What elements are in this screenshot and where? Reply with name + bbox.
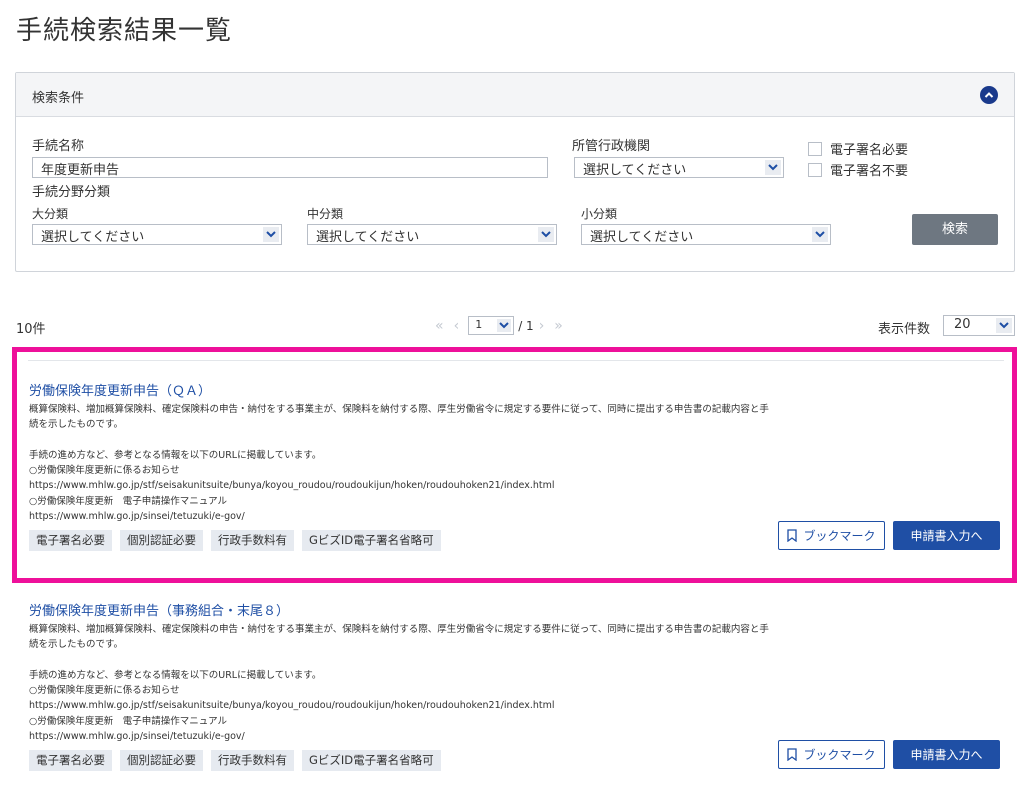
search-conditions-header[interactable]: 検索条件	[16, 73, 1014, 117]
minor-category-value: 選択してください	[590, 230, 694, 245]
page-title: 手続検索結果一覧	[16, 16, 233, 46]
signature-not-required-option[interactable]: 電子署名不要	[808, 160, 908, 179]
search-button[interactable]: 検索	[912, 214, 998, 245]
tag: 行政手数料有	[211, 750, 294, 771]
procedure-name-input[interactable]: 年度更新申告	[32, 157, 548, 178]
pagination: « ‹ 1 / 1 › »	[430, 316, 568, 335]
first-page-icon[interactable]: «	[435, 318, 444, 334]
agency-label: 所管行政機関	[572, 139, 651, 154]
middle-category-select[interactable]: 選択してください	[307, 224, 557, 245]
bookmark-label: ブックマーク	[803, 748, 876, 762]
category-label: 手続分野分類	[32, 185, 111, 200]
current-page: 1	[475, 318, 483, 331]
signature-required-option[interactable]: 電子署名必要	[808, 139, 908, 158]
page-select[interactable]: 1	[468, 316, 515, 335]
middle-category-label: 中分類	[307, 207, 344, 221]
procedure-name-label: 手続名称	[32, 139, 85, 154]
per-page-value: 20	[954, 317, 971, 332]
agency-select[interactable]: 選択してください	[574, 157, 784, 178]
result-description: 概算保険料、増加概算保険料、確定保険料の申告・納付をする事業主が、保険料を納付す…	[29, 624, 769, 743]
tag: 個別認証必要	[120, 750, 203, 771]
chevron-up-icon[interactable]	[980, 86, 998, 104]
per-page-label: 表示件数	[878, 322, 931, 337]
major-category-label: 大分類	[32, 207, 69, 221]
signature-not-required-label: 電子署名不要	[830, 164, 909, 179]
chevron-down-icon	[497, 319, 512, 332]
major-category-select[interactable]: 選択してください	[32, 224, 282, 245]
bookmark-button[interactable]: ブックマーク	[778, 740, 885, 769]
result-count: 10件	[16, 322, 46, 337]
agency-select-value: 選択してください	[583, 163, 687, 178]
minor-category-select[interactable]: 選択してください	[581, 224, 831, 245]
signature-required-label: 電子署名必要	[830, 143, 909, 158]
result-tags: 電子署名必要 個別認証必要 行政手数料有 GビズID電子署名省略可	[29, 750, 441, 771]
chevron-down-icon	[765, 160, 781, 175]
apply-form-button[interactable]: 申請書入力へ	[893, 740, 1000, 769]
next-page-icon[interactable]: ›	[539, 318, 545, 334]
search-conditions-title: 検索条件	[32, 91, 85, 106]
chevron-down-icon	[538, 227, 554, 242]
per-page-select[interactable]: 20	[943, 315, 1015, 336]
minor-category-label: 小分類	[581, 207, 618, 221]
bookmark-icon	[787, 748, 798, 761]
signature-not-required-checkbox[interactable]	[808, 163, 822, 177]
signature-required-checkbox[interactable]	[808, 142, 822, 156]
chevron-down-icon	[996, 318, 1012, 333]
middle-category-value: 選択してください	[316, 230, 420, 245]
last-page-icon[interactable]: »	[554, 318, 563, 334]
highlight-frame	[12, 347, 1017, 583]
search-conditions-panel: 検索条件 手続名称 年度更新申告 所管行政機関 選択してください 電子署名必要 …	[15, 72, 1015, 272]
tag: GビズID電子署名省略可	[302, 750, 441, 771]
chevron-down-icon	[263, 227, 279, 242]
prev-page-icon[interactable]: ‹	[454, 318, 460, 334]
chevron-down-icon	[812, 227, 828, 242]
tag: 電子署名必要	[29, 750, 112, 771]
total-pages: / 1	[518, 318, 534, 333]
result-title-link[interactable]: 労働保険年度更新申告（事務組合・末尾８）	[29, 600, 289, 619]
major-category-value: 選択してください	[41, 230, 145, 245]
